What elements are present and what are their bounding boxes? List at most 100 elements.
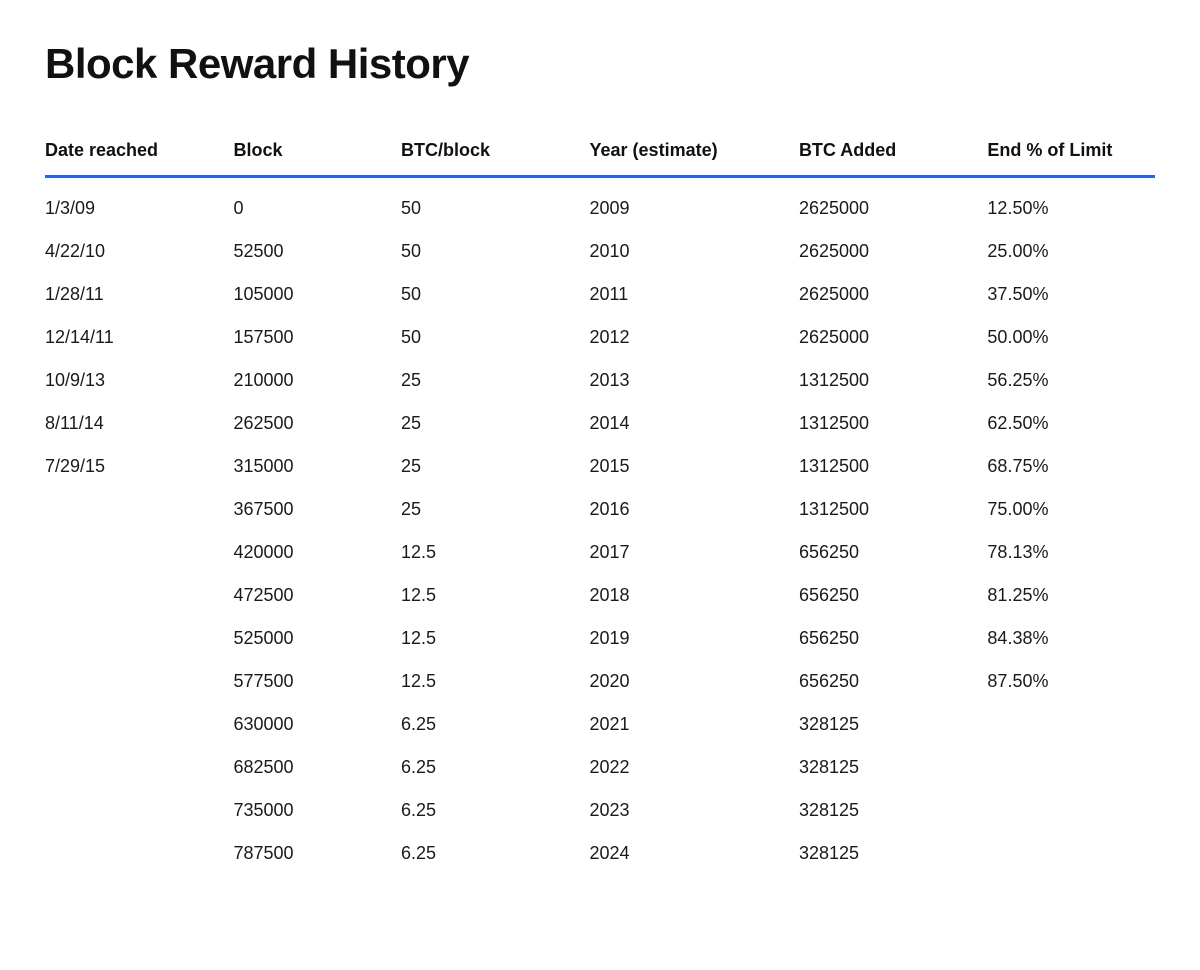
table-cell: 25 [401,359,589,402]
table-cell: 25.00% [987,230,1155,273]
table-cell: 8/11/14 [45,402,233,445]
table-cell: 2017 [590,531,799,574]
table-cell: 12.5 [401,660,589,703]
table-cell: 1/28/11 [45,273,233,316]
col-header-date: Date reached [45,128,233,177]
table-cell: 682500 [233,746,401,789]
table-cell: 7/29/15 [45,445,233,488]
table-row: 1/28/11105000502011262500037.50% [45,273,1155,316]
table-cell [45,488,233,531]
table-cell: 62.50% [987,402,1155,445]
table-cell: 68.75% [987,445,1155,488]
table-cell: 787500 [233,832,401,875]
table-cell: 87.50% [987,660,1155,703]
table-row: 6300006.252021328125 [45,703,1155,746]
table-cell: 6.25 [401,789,589,832]
table-cell: 12.50% [987,177,1155,231]
table-cell: 84.38% [987,617,1155,660]
table-cell: 50 [401,316,589,359]
col-header-btc-block: BTC/block [401,128,589,177]
table-cell: 525000 [233,617,401,660]
table-cell: 210000 [233,359,401,402]
table-cell: 1312500 [799,445,987,488]
table-cell: 656250 [799,574,987,617]
col-header-block: Block [233,128,401,177]
table-row: 1/3/090502009262500012.50% [45,177,1155,231]
table-row: 367500252016131250075.00% [45,488,1155,531]
table-row: 12/14/11157500502012262500050.00% [45,316,1155,359]
table-cell: 656250 [799,660,987,703]
table-cell [45,832,233,875]
table-cell: 367500 [233,488,401,531]
col-header-year: Year (estimate) [590,128,799,177]
page-title: Block Reward History [45,40,1155,88]
block-reward-table: Date reached Block BTC/block Year (estim… [45,128,1155,875]
table-cell: 2625000 [799,230,987,273]
col-header-end-pct: End % of Limit [987,128,1155,177]
table-cell: 25 [401,445,589,488]
table-cell: 2019 [590,617,799,660]
table-cell: 25 [401,488,589,531]
table-cell: 2012 [590,316,799,359]
table-cell: 2015 [590,445,799,488]
table-cell [987,703,1155,746]
table-cell: 6.25 [401,746,589,789]
table-row: 42000012.5201765625078.13% [45,531,1155,574]
table-cell: 0 [233,177,401,231]
table-cell: 105000 [233,273,401,316]
table-cell: 2022 [590,746,799,789]
table-cell: 328125 [799,746,987,789]
table-cell: 2625000 [799,316,987,359]
table-cell: 2625000 [799,177,987,231]
table-cell: 52500 [233,230,401,273]
table-cell: 2010 [590,230,799,273]
table-cell: 2020 [590,660,799,703]
table-cell [45,703,233,746]
table-cell: 2021 [590,703,799,746]
table-cell: 75.00% [987,488,1155,531]
table-cell: 328125 [799,703,987,746]
table-cell: 2014 [590,402,799,445]
table-cell [45,746,233,789]
table-cell: 25 [401,402,589,445]
table-cell [45,789,233,832]
table-cell: 262500 [233,402,401,445]
table-cell: 656250 [799,531,987,574]
table-cell [45,660,233,703]
table-row: 8/11/14262500252014131250062.50% [45,402,1155,445]
table-cell: 328125 [799,832,987,875]
table-cell [987,746,1155,789]
table-row: 57750012.5202065625087.50% [45,660,1155,703]
table-cell: 630000 [233,703,401,746]
table-cell: 12/14/11 [45,316,233,359]
table-row: 10/9/13210000252013131250056.25% [45,359,1155,402]
table-cell: 2011 [590,273,799,316]
table-cell [45,574,233,617]
table-cell: 56.25% [987,359,1155,402]
table-cell: 37.50% [987,273,1155,316]
table-cell [987,832,1155,875]
table-cell: 10/9/13 [45,359,233,402]
table-cell [987,789,1155,832]
table-row: 47250012.5201865625081.25% [45,574,1155,617]
table-cell: 472500 [233,574,401,617]
table-cell: 2625000 [799,273,987,316]
table-row: 7/29/15315000252015131250068.75% [45,445,1155,488]
table-row: 4/22/1052500502010262500025.00% [45,230,1155,273]
table-cell: 577500 [233,660,401,703]
table-cell: 12.5 [401,574,589,617]
table-cell: 50 [401,177,589,231]
table-cell: 315000 [233,445,401,488]
table-cell: 2018 [590,574,799,617]
table-cell: 12.5 [401,531,589,574]
table-cell: 420000 [233,531,401,574]
table-cell: 50 [401,230,589,273]
table-cell: 2016 [590,488,799,531]
table-cell [45,617,233,660]
table-cell: 2013 [590,359,799,402]
table-cell: 81.25% [987,574,1155,617]
table-cell: 1312500 [799,359,987,402]
table-cell: 1312500 [799,402,987,445]
table-row: 6825006.252022328125 [45,746,1155,789]
table-row: 7875006.252024328125 [45,832,1155,875]
